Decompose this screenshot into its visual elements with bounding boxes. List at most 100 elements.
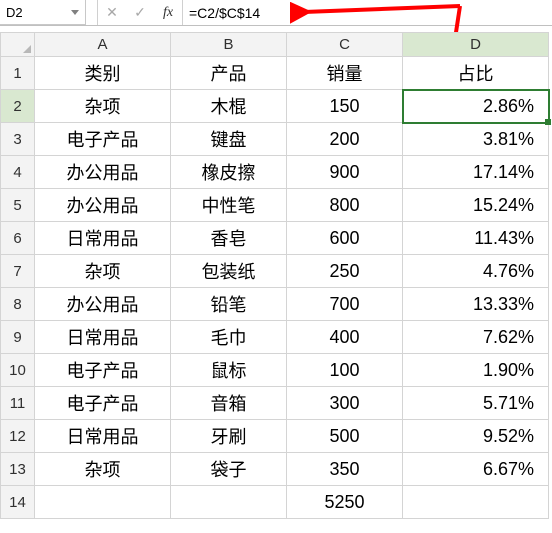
cell-C12[interactable]: 500 bbox=[287, 420, 403, 453]
cell-C8[interactable]: 700 bbox=[287, 288, 403, 321]
row-header[interactable]: 5 bbox=[1, 189, 35, 222]
cell-A2[interactable]: 杂项 bbox=[35, 90, 171, 123]
table-row: 12日常用品牙刷5009.52% bbox=[1, 420, 549, 453]
cell-B11[interactable]: 音箱 bbox=[171, 387, 287, 420]
cell-B5[interactable]: 中性笔 bbox=[171, 189, 287, 222]
cell-C1[interactable]: 销量 bbox=[287, 57, 403, 90]
sheet-table: A B C D 1类别产品销量占比2杂项木棍1502.86%3电子产品键盘200… bbox=[0, 32, 549, 519]
name-box[interactable]: D2 bbox=[0, 0, 86, 25]
cell-B3[interactable]: 键盘 bbox=[171, 123, 287, 156]
formula-bar: D2 ✕ ✓ fx =C2/$C$14 bbox=[0, 0, 552, 26]
cell-A10[interactable]: 电子产品 bbox=[35, 354, 171, 387]
row-header[interactable]: 1 bbox=[1, 57, 35, 90]
cell-A5[interactable]: 办公用品 bbox=[35, 189, 171, 222]
table-row: 2杂项木棍1502.86% bbox=[1, 90, 549, 123]
cell-C7[interactable]: 250 bbox=[287, 255, 403, 288]
cell-B14[interactable] bbox=[171, 486, 287, 519]
cell-C10[interactable]: 100 bbox=[287, 354, 403, 387]
cell-C11[interactable]: 300 bbox=[287, 387, 403, 420]
cell-B6[interactable]: 香皂 bbox=[171, 222, 287, 255]
row-header[interactable]: 6 bbox=[1, 222, 35, 255]
column-header-row: A B C D bbox=[1, 33, 549, 57]
cell-D3[interactable]: 3.81% bbox=[403, 123, 549, 156]
row-header[interactable]: 12 bbox=[1, 420, 35, 453]
cell-A11[interactable]: 电子产品 bbox=[35, 387, 171, 420]
cell-B13[interactable]: 袋子 bbox=[171, 453, 287, 486]
row-header[interactable]: 11 bbox=[1, 387, 35, 420]
cell-B8[interactable]: 铅笔 bbox=[171, 288, 287, 321]
cell-A12[interactable]: 日常用品 bbox=[35, 420, 171, 453]
row-header[interactable]: 14 bbox=[1, 486, 35, 519]
spreadsheet-grid: A B C D 1类别产品销量占比2杂项木棍1502.86%3电子产品键盘200… bbox=[0, 32, 552, 519]
name-box-value: D2 bbox=[6, 5, 23, 20]
table-row: 13杂项袋子3506.67% bbox=[1, 453, 549, 486]
table-row: 7杂项包装纸2504.76% bbox=[1, 255, 549, 288]
cell-B9[interactable]: 毛巾 bbox=[171, 321, 287, 354]
cell-D5[interactable]: 15.24% bbox=[403, 189, 549, 222]
confirm-formula-button[interactable]: ✓ bbox=[126, 0, 154, 25]
col-header-D[interactable]: D bbox=[403, 33, 549, 57]
cancel-formula-button[interactable]: ✕ bbox=[98, 0, 126, 25]
cell-C5[interactable]: 800 bbox=[287, 189, 403, 222]
cell-C4[interactable]: 900 bbox=[287, 156, 403, 189]
cell-C6[interactable]: 600 bbox=[287, 222, 403, 255]
cell-D9[interactable]: 7.62% bbox=[403, 321, 549, 354]
cell-D14[interactable] bbox=[403, 486, 549, 519]
cell-D12[interactable]: 9.52% bbox=[403, 420, 549, 453]
cell-D13[interactable]: 6.67% bbox=[403, 453, 549, 486]
col-header-B[interactable]: B bbox=[171, 33, 287, 57]
row-header[interactable]: 10 bbox=[1, 354, 35, 387]
cell-C3[interactable]: 200 bbox=[287, 123, 403, 156]
cell-B7[interactable]: 包装纸 bbox=[171, 255, 287, 288]
cell-A4[interactable]: 办公用品 bbox=[35, 156, 171, 189]
cell-C9[interactable]: 400 bbox=[287, 321, 403, 354]
row-header[interactable]: 2 bbox=[1, 90, 35, 123]
cell-B10[interactable]: 鼠标 bbox=[171, 354, 287, 387]
row-header[interactable]: 3 bbox=[1, 123, 35, 156]
cell-D2[interactable]: 2.86% bbox=[403, 90, 549, 123]
table-row: 1类别产品销量占比 bbox=[1, 57, 549, 90]
formula-text: =C2/$C$14 bbox=[189, 5, 260, 21]
cell-A8[interactable]: 办公用品 bbox=[35, 288, 171, 321]
cell-B12[interactable]: 牙刷 bbox=[171, 420, 287, 453]
table-row: 4办公用品橡皮擦90017.14% bbox=[1, 156, 549, 189]
row-header[interactable]: 4 bbox=[1, 156, 35, 189]
table-row: 14 5250 bbox=[1, 486, 549, 519]
cell-A13[interactable]: 杂项 bbox=[35, 453, 171, 486]
table-row: 8办公用品铅笔70013.33% bbox=[1, 288, 549, 321]
cell-C13[interactable]: 350 bbox=[287, 453, 403, 486]
insert-function-button[interactable]: fx bbox=[154, 0, 182, 25]
cell-B1[interactable]: 产品 bbox=[171, 57, 287, 90]
cell-D6[interactable]: 11.43% bbox=[403, 222, 549, 255]
cell-D1[interactable]: 占比 bbox=[403, 57, 549, 90]
table-row: 3电子产品键盘2003.81% bbox=[1, 123, 549, 156]
col-header-A[interactable]: A bbox=[35, 33, 171, 57]
col-header-C[interactable]: C bbox=[287, 33, 403, 57]
cell-D7[interactable]: 4.76% bbox=[403, 255, 549, 288]
cell-A1[interactable]: 类别 bbox=[35, 57, 171, 90]
row-header[interactable]: 13 bbox=[1, 453, 35, 486]
row-header[interactable]: 8 bbox=[1, 288, 35, 321]
cell-A9[interactable]: 日常用品 bbox=[35, 321, 171, 354]
formula-input[interactable]: =C2/$C$14 bbox=[182, 0, 552, 25]
row-header[interactable]: 9 bbox=[1, 321, 35, 354]
cell-A7[interactable]: 杂项 bbox=[35, 255, 171, 288]
cell-A14[interactable] bbox=[35, 486, 171, 519]
cell-C2[interactable]: 150 bbox=[287, 90, 403, 123]
chevron-down-icon bbox=[71, 10, 79, 15]
select-all-corner[interactable] bbox=[1, 33, 35, 57]
cell-A6[interactable]: 日常用品 bbox=[35, 222, 171, 255]
table-row: 6日常用品香皂60011.43% bbox=[1, 222, 549, 255]
cell-B2[interactable]: 木棍 bbox=[171, 90, 287, 123]
cell-D8[interactable]: 13.33% bbox=[403, 288, 549, 321]
cell-C14[interactable]: 5250 bbox=[287, 486, 403, 519]
table-row: 10电子产品鼠标1001.90% bbox=[1, 354, 549, 387]
cell-D4[interactable]: 17.14% bbox=[403, 156, 549, 189]
fx-icon: fx bbox=[163, 5, 173, 21]
cell-D10[interactable]: 1.90% bbox=[403, 354, 549, 387]
cell-A3[interactable]: 电子产品 bbox=[35, 123, 171, 156]
row-header[interactable]: 7 bbox=[1, 255, 35, 288]
table-row: 11电子产品音箱3005.71% bbox=[1, 387, 549, 420]
cell-B4[interactable]: 橡皮擦 bbox=[171, 156, 287, 189]
cell-D11[interactable]: 5.71% bbox=[403, 387, 549, 420]
